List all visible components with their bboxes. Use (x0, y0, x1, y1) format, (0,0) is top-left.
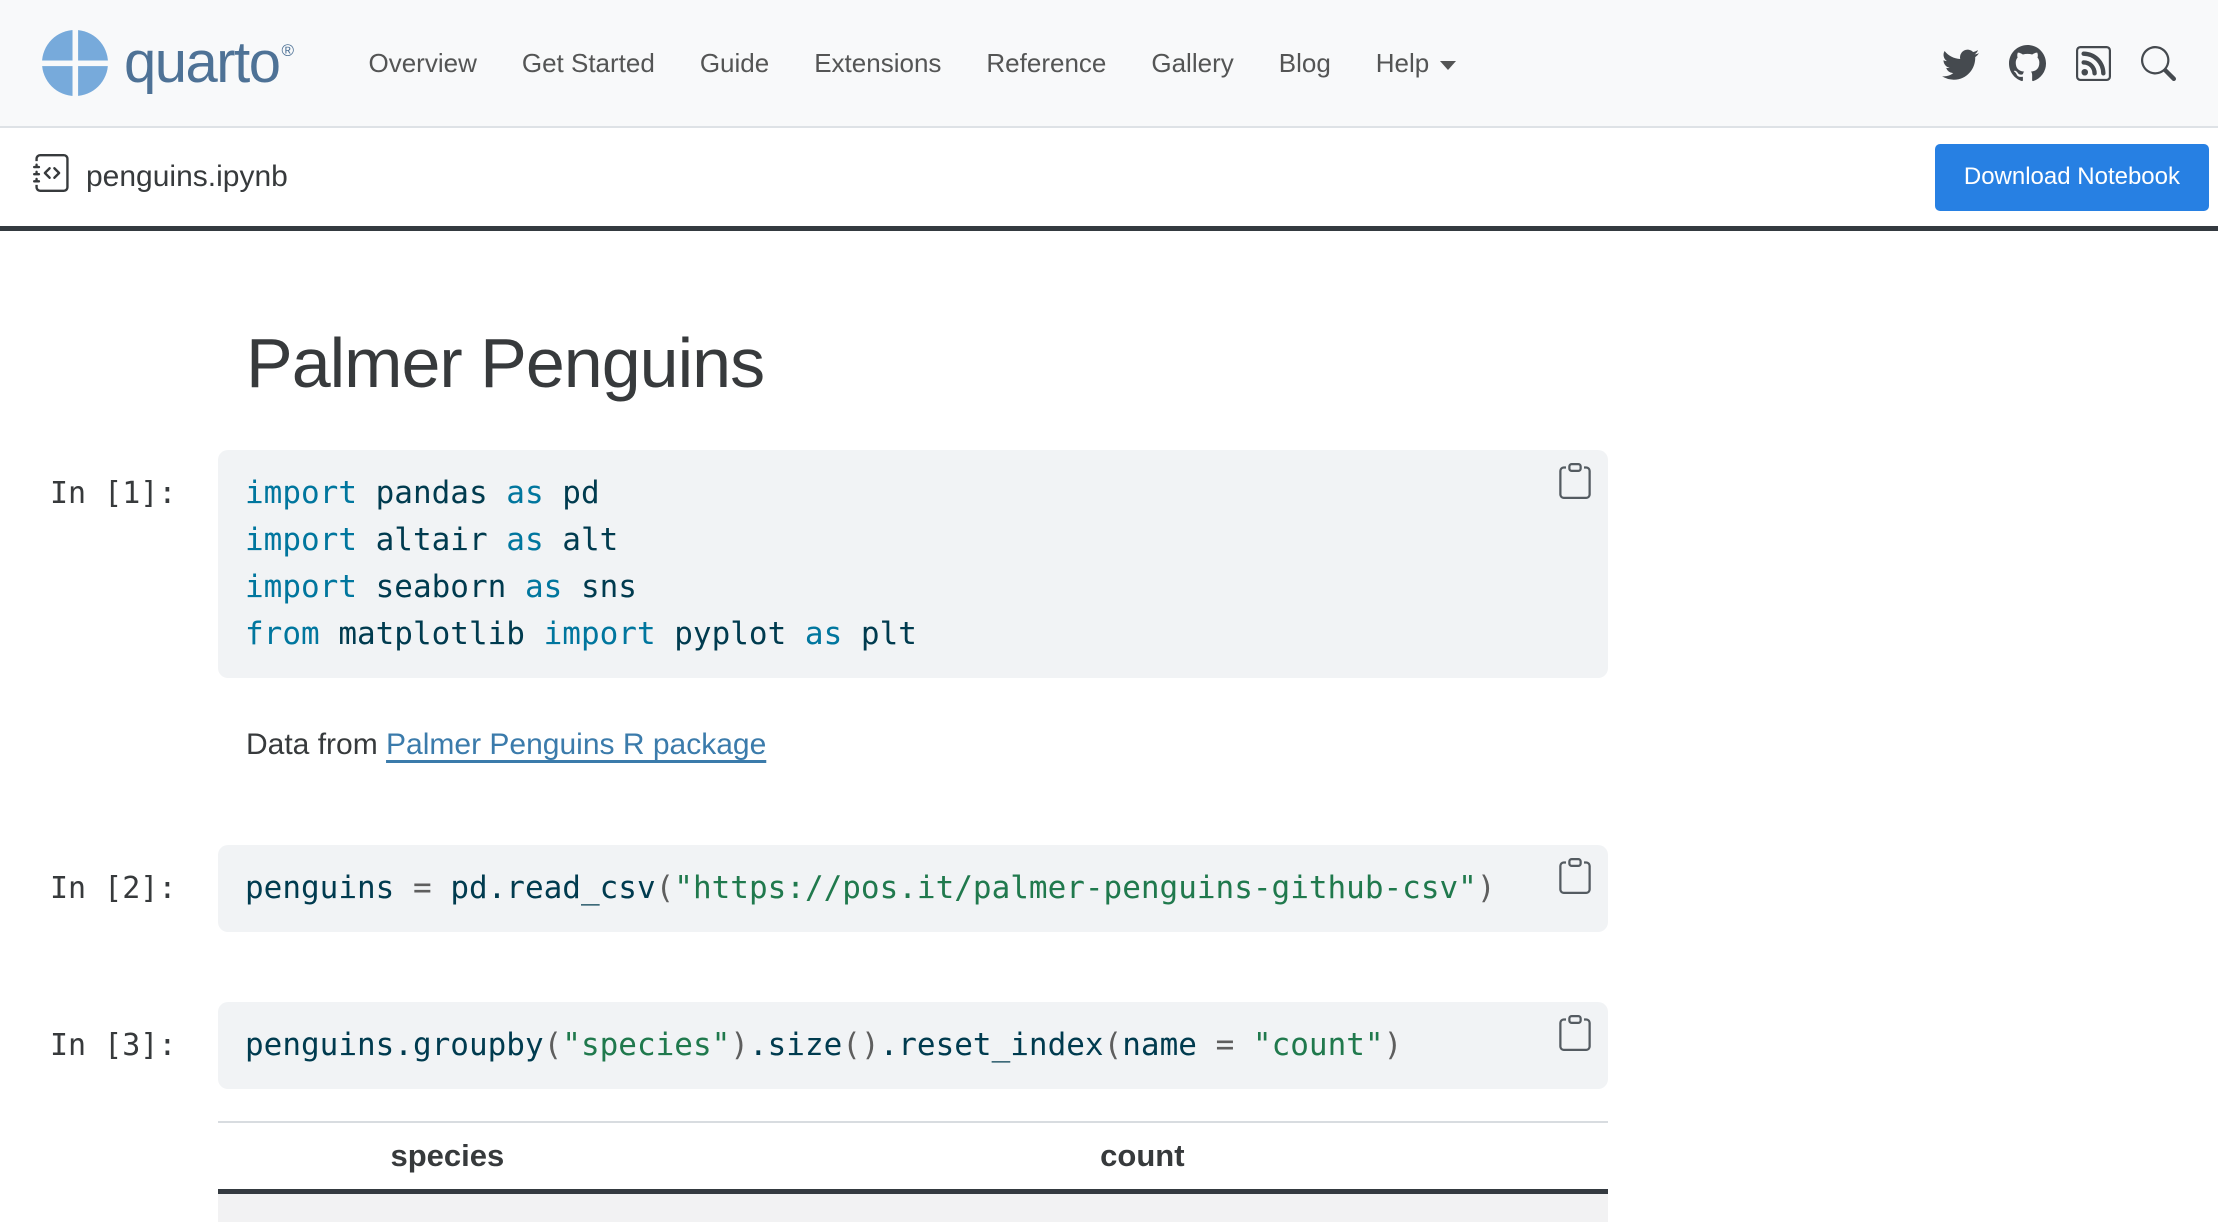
nav-item-blog[interactable]: Blog (1279, 48, 1331, 79)
cell-slot-2: In [2]: penguins = pd.read_csv("https://p… (50, 845, 1608, 932)
copy-code-button[interactable] (1557, 463, 1593, 499)
output-table-wrap: speciescount (218, 1121, 1608, 1222)
nav-item-extensions[interactable]: Extensions (814, 48, 941, 79)
nav-item-gallery[interactable]: Gallery (1151, 48, 1233, 79)
cell-slot-1: In [1]:import pandas as pdimport altair … (50, 450, 1608, 678)
nav-item-guide[interactable]: Guide (700, 48, 769, 79)
notebook-cell: In [3]: penguins.groupby("species").size(… (50, 1002, 1608, 1089)
notebook-cell: In [1]:import pandas as pdimport altair … (50, 450, 1608, 678)
code-line: import pandas as pd (245, 470, 1581, 517)
main-content: Palmer Penguins In [1]:import pandas as … (50, 231, 1608, 1222)
registered-mark: ® (281, 41, 292, 60)
code-block: import pandas as pdimport altair as alti… (218, 450, 1608, 678)
table-header-species: species (218, 1122, 677, 1192)
code-block: penguins = pd.read_csv("https://pos.it/p… (218, 845, 1608, 932)
palmer-penguins-link[interactable]: Palmer Penguins R package (386, 728, 766, 761)
chevron-down-icon (1440, 61, 1456, 70)
top-navbar: quarto® Overview Get Started Guide Extensio… (0, 0, 2218, 128)
table-row (218, 1192, 1608, 1222)
clipboard-icon (1557, 463, 1593, 499)
navbar-icons (1942, 45, 2176, 82)
clipboard-icon (1557, 858, 1593, 894)
paragraph-text: Data from (246, 728, 386, 761)
cell-slot-3: In [3]: penguins.groupby("species").size(… (50, 1002, 1608, 1089)
notebook-filename: penguins.ipynb (86, 160, 288, 194)
navbar-links: Overview Get Started Guide Extensions Refere… (369, 48, 1457, 79)
nav-item-get-started[interactable]: Get Started (522, 48, 655, 79)
copy-code-button[interactable] (1557, 1015, 1593, 1051)
quarto-logo-icon (42, 30, 108, 96)
table-header-count: count (677, 1122, 1608, 1192)
code-line: penguins.groupby("species").size().reset… (245, 1022, 1581, 1069)
code-block: penguins.groupby("species").size().reset… (218, 1002, 1608, 1089)
search-icon[interactable] (2141, 46, 2176, 81)
page-title: Palmer Penguins (246, 321, 1608, 405)
clipboard-icon (1557, 1015, 1593, 1051)
quarto-wordmark: quarto® (124, 34, 293, 92)
code-line: import altair as alt (245, 517, 1581, 564)
code-line: penguins = pd.read_csv("https://pos.it/p… (245, 865, 1581, 912)
notebook-cell: In [2]: penguins = pd.read_csv("https://p… (50, 845, 1608, 932)
cell-execution-label: In [3]: (50, 1002, 218, 1069)
code-line: from matplotlib import pyplot as plt (245, 611, 1581, 658)
species-count-table: speciescount (218, 1121, 1608, 1222)
nav-item-overview[interactable]: Overview (369, 48, 477, 79)
notebook-file-link[interactable]: penguins.ipynb (33, 154, 288, 200)
github-icon[interactable] (2009, 45, 2046, 82)
notebook-toolbar: penguins.ipynb Download Notebook (0, 128, 2218, 231)
table-header-row: speciescount (218, 1122, 1608, 1192)
quarto-brand[interactable]: quarto® (42, 30, 293, 96)
cell-execution-label: In [2]: (50, 845, 218, 912)
nav-item-help[interactable]: Help (1376, 48, 1456, 79)
journal-code-icon (33, 154, 71, 200)
copy-code-button[interactable] (1557, 858, 1593, 894)
rss-icon[interactable] (2076, 46, 2111, 81)
cell-execution-label: In [1]: (50, 450, 218, 517)
download-notebook-button[interactable]: Download Notebook (1935, 144, 2209, 211)
data-source-paragraph: Data from Palmer Penguins R package (246, 724, 1608, 766)
twitter-icon[interactable] (1942, 45, 1979, 82)
nav-item-reference[interactable]: Reference (986, 48, 1106, 79)
code-line: import seaborn as sns (245, 564, 1581, 611)
